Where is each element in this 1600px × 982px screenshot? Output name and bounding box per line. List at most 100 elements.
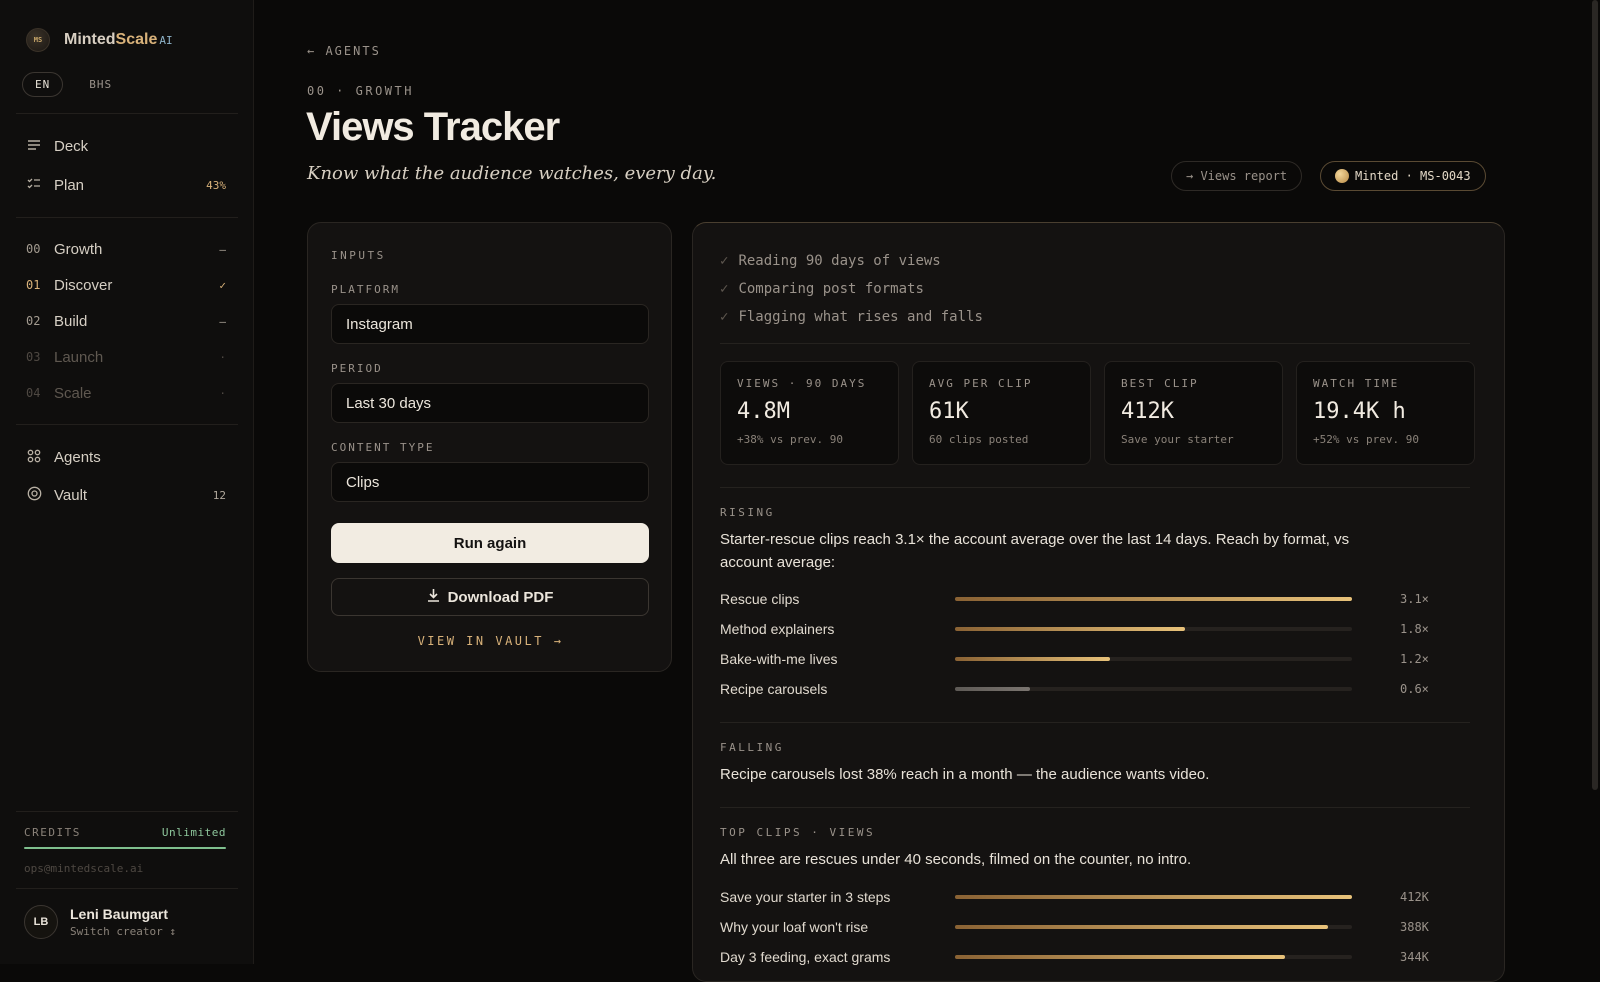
clip-bar-row: Day 3 feeding, exact grams 344K [720,947,1440,967]
metric-value: 412K [1121,399,1174,424]
check-icon: ✓ [720,253,729,269]
plan-progress-badge: 43% [206,178,226,192]
stage-status: · [219,350,226,364]
account-email: ops@mintedscale.ai [24,862,144,875]
brand-name-part1: Minted [64,31,116,48]
clip-bar-label: Day 3 feeding, exact grams [720,949,891,965]
sidebar: MS MintedScale AI EN BHS Deck Plan 43% 00… [0,0,254,964]
metric-label: VIEWS · 90 DAYS [737,377,867,390]
stage-status: · [219,386,226,400]
vault-count-badge: 12 [212,488,226,502]
metric-sub: +38% vs prev. 90 [737,433,843,446]
run-again-label: Run again [453,534,527,552]
minted-badge[interactable]: Minted · MS-0043 [1320,161,1486,191]
views-report-button[interactable]: → Views report [1171,161,1303,191]
menu-lines-icon [26,138,42,154]
period-select[interactable]: Last 30 days [331,383,649,423]
rising-label: RISING [720,506,775,519]
format-bar-track [955,687,1352,691]
clip-bar-fill [955,895,1352,899]
top-clips-text: All three are rescues under 40 seconds, … [720,851,1192,868]
format-bar-label: Rescue clips [720,591,800,607]
credits-bar [24,847,226,849]
stage-label: Scale [54,384,92,402]
stage-launch[interactable]: 03 Launch · [26,344,226,370]
switch-creator-link[interactable]: Switch creator ↕ [70,925,176,938]
checklist-icon [26,177,42,193]
metric-card-views: VIEWS · 90 DAYS 4.8M +38% vs prev. 90 [720,361,899,465]
content-type-value: Clips [346,473,380,491]
format-bar-fill [955,597,1352,601]
top-clips-label: TOP CLIPS · VIEWS [720,826,876,839]
format-bar-row: Rescue clips 3.1× [720,589,1440,609]
content-type-select[interactable]: Clips [331,462,649,502]
stage-status: – [219,314,226,328]
format-bar-value: 3.1× [1400,592,1429,606]
content-type-label: CONTENT TYPE [331,441,435,454]
views-report-label: → Views report [1186,169,1288,183]
format-bar-value: 1.8× [1400,622,1429,636]
run-again-button[interactable]: Run again [331,523,649,563]
sidebar-item-label: Plan [54,176,85,194]
inputs-panel: INPUTS PLATFORM Instagram PERIOD Last 30… [307,222,672,672]
stage-discover[interactable]: 01 Discover ✓ [26,272,226,298]
download-pdf-button[interactable]: Download PDF [331,578,649,616]
clip-bar-row: Why your loaf won't rise 388K [720,917,1440,937]
brand-logo: MS [26,28,50,52]
brand-name-suffix: AI [159,34,173,47]
format-bar-row: Recipe carousels 0.6× [720,679,1440,699]
metric-value: 61K [929,399,969,424]
clip-bar-value: 412K [1400,890,1429,904]
brand-name-part2: Scale [115,31,158,48]
brand[interactable]: MS MintedScale AI [26,28,173,52]
page-tagline: Know what the audience watches, every da… [307,163,717,184]
period-label: PERIOD [331,362,383,375]
credits-value: Unlimited [161,826,226,839]
falling-text: Recipe carousels lost 38% reach in a mon… [720,766,1210,783]
credits-label: CREDITS [24,826,81,839]
divider [16,811,238,812]
format-bar-track [955,657,1352,661]
metric-label: WATCH TIME [1313,377,1400,390]
sidebar-item-label: Deck [54,137,89,155]
stage-index: 03 [26,350,41,364]
platform-label: PLATFORM [331,283,400,296]
stage-index: 04 [26,386,41,400]
clip-bar-track [955,895,1352,899]
sidebar-item-deck[interactable]: Deck [26,133,226,159]
divider [720,807,1470,808]
stage-status: – [219,242,226,256]
format-bar-label: Recipe carousels [720,681,828,697]
clip-bar-value: 388K [1400,920,1429,934]
metric-value: 19.4K h [1313,399,1406,424]
view-in-vault-link[interactable]: VIEW IN VAULT → [308,634,673,648]
metric-label: AVG PER CLIP [929,377,1033,390]
sidebar-item-vault[interactable]: Vault 12 [26,482,226,508]
format-bar-row: Method explainers 1.8× [720,619,1440,639]
stage-scale[interactable]: 04 Scale · [26,380,226,406]
vault-icon [26,486,42,504]
clip-bar-label: Save your starter in 3 steps [720,889,891,905]
back-to-agents-link[interactable]: ← AGENTS [307,44,381,58]
sidebar-item-plan[interactable]: Plan 43% [26,172,226,198]
format-bar-label: Bake-with-me lives [720,651,838,667]
language-switcher: EN BHS [22,72,124,97]
stage-build[interactable]: 02 Build – [26,308,226,334]
rising-text: Starter-rescue clips reach 3.1× the acco… [720,531,1350,571]
platform-select[interactable]: Instagram [331,304,649,344]
stage-growth[interactable]: 00 Growth – [26,236,226,262]
scrollbar[interactable] [1592,0,1598,790]
user-switcher[interactable]: LB Leni Baumgart Switch creator ↕ [24,905,176,939]
check-icon: ✓ [720,309,729,325]
lang-en[interactable]: EN [22,72,64,97]
clip-bar-row: Save your starter in 3 steps 412K [720,887,1440,907]
progress-step: ✓ Flagging what rises and falls [720,309,983,325]
stage-label: Launch [54,348,104,366]
clip-bar-track [955,925,1352,929]
lang-bhs[interactable]: BHS [77,73,124,96]
brand-name: MintedScale AI [64,31,173,49]
divider [16,424,238,425]
format-bar-track [955,597,1352,601]
sidebar-item-agents[interactable]: Agents [26,444,226,470]
download-pdf-label: Download PDF [447,588,554,606]
